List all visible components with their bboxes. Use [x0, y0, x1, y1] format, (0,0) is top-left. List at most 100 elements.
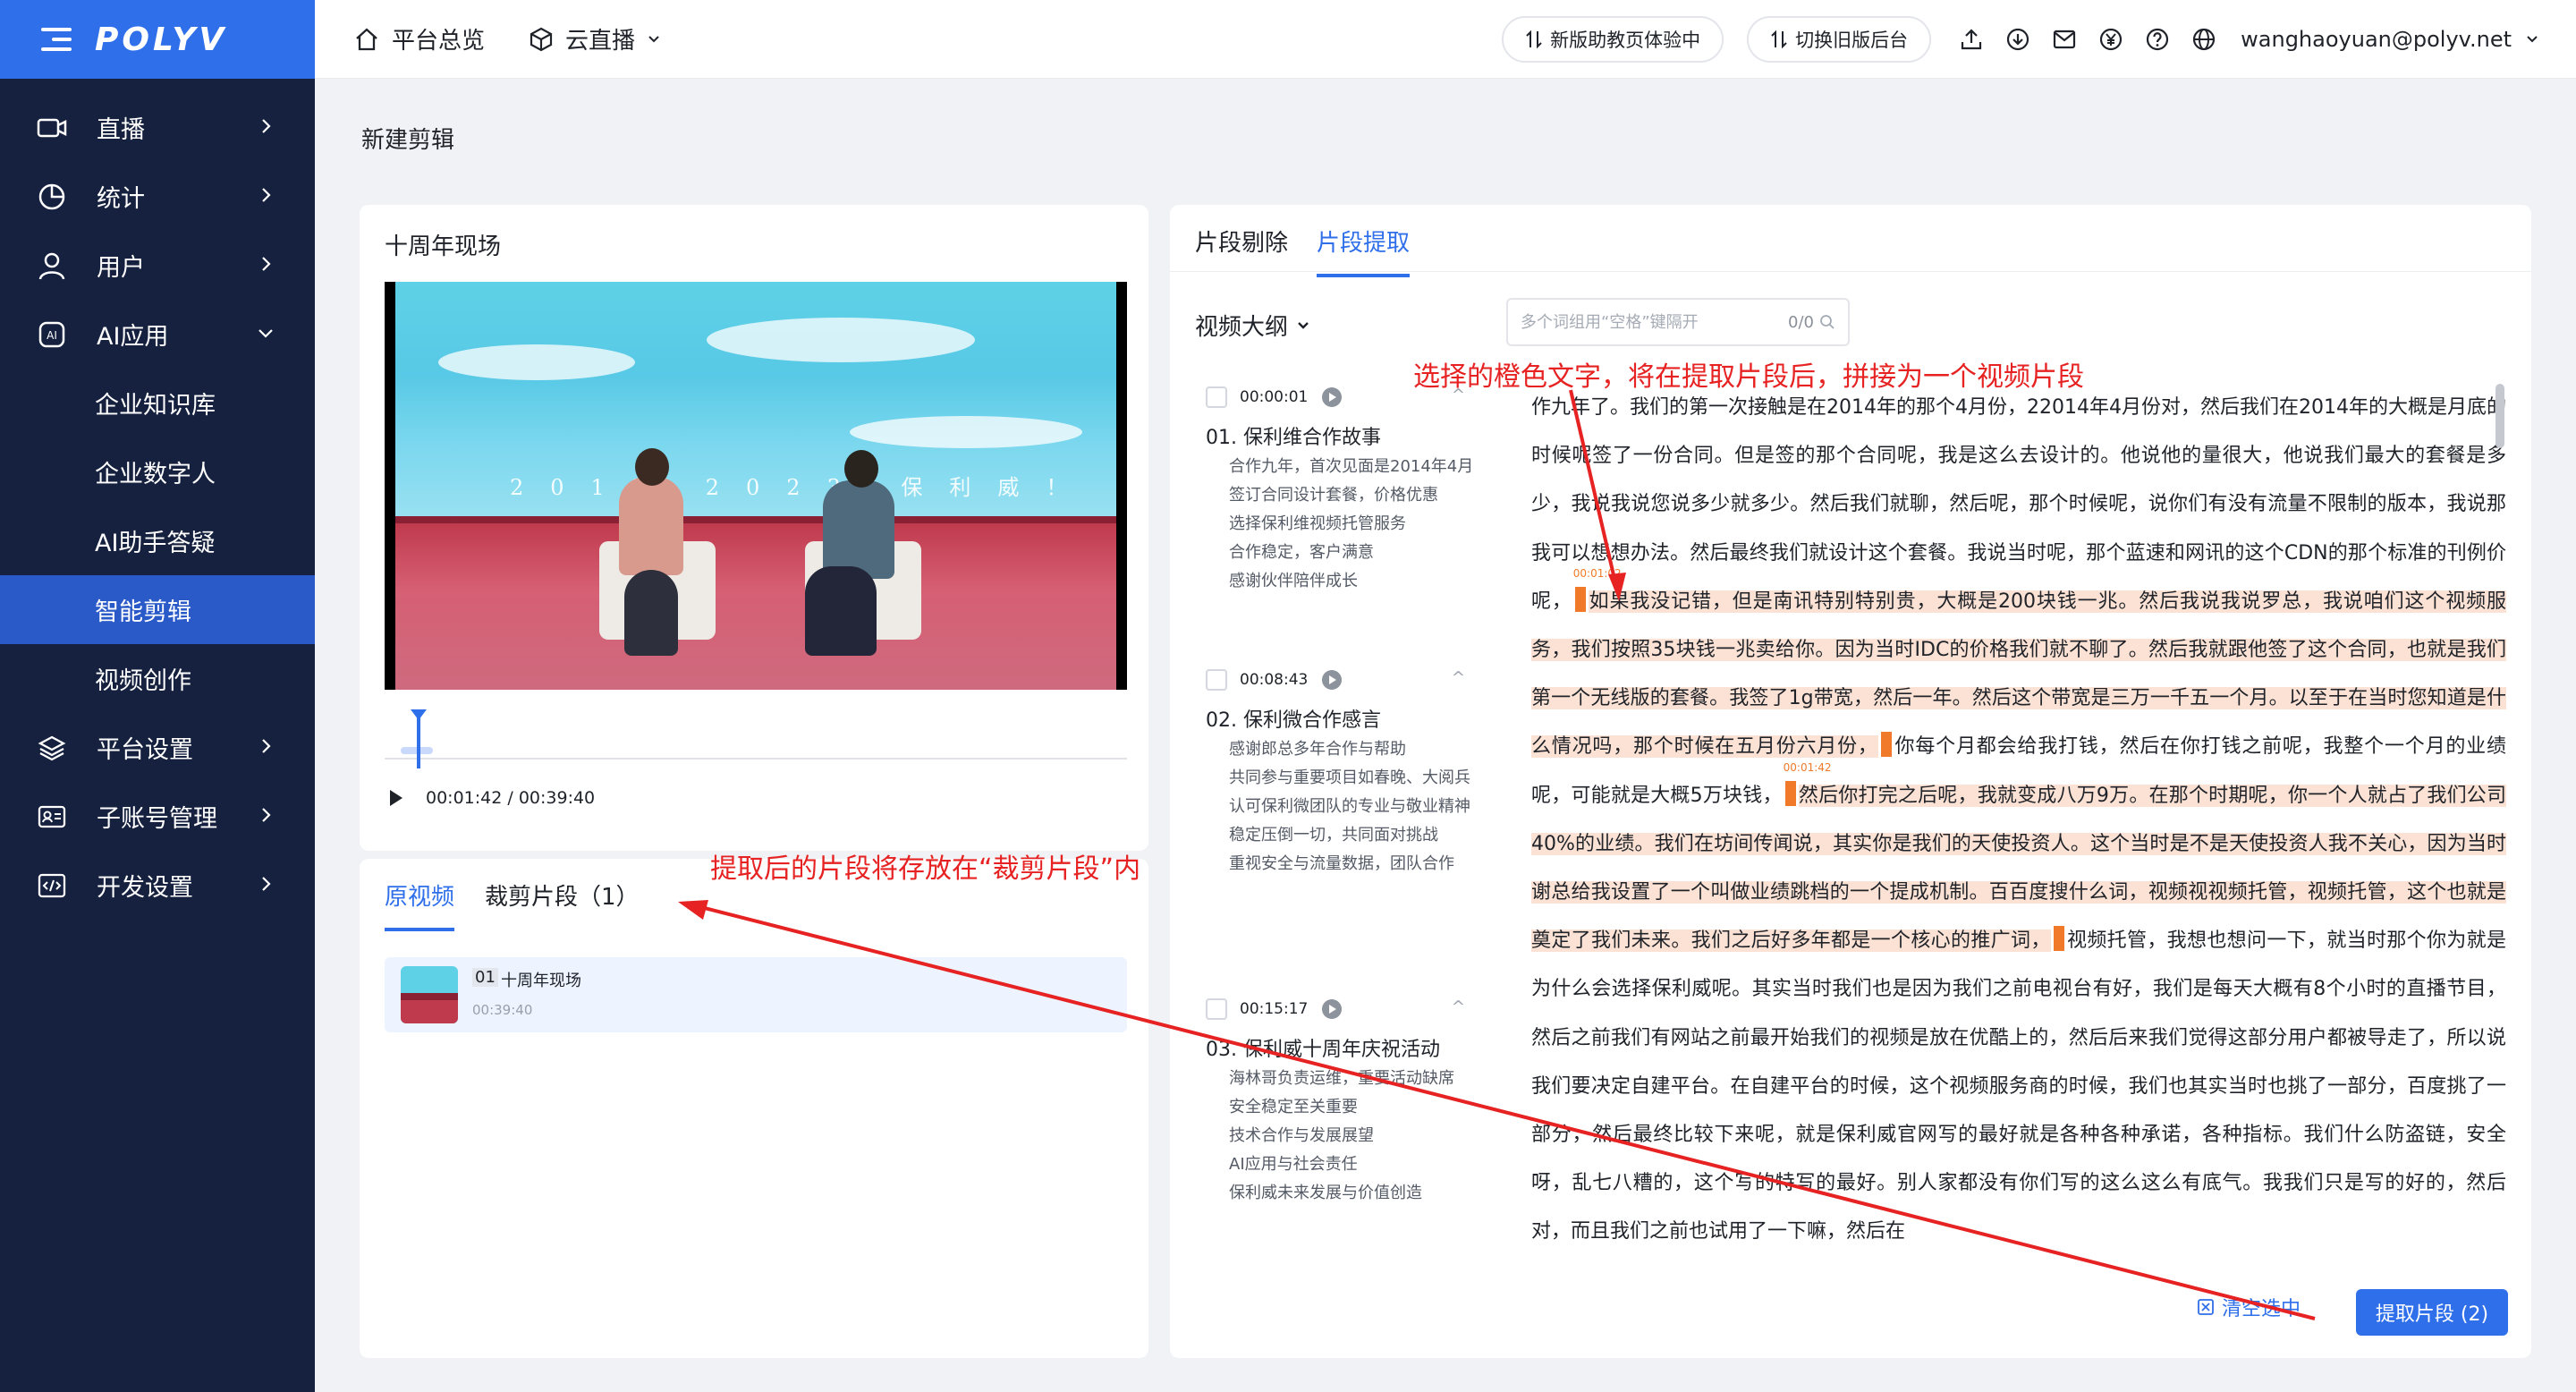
outline-chapter: 00:08:43 ^ 02. 保利微合作感言 感谢郎总多年合作与帮助 共同参与重…	[1206, 666, 1474, 881]
sidebar-item-users[interactable]: 用户	[0, 231, 315, 300]
chapter-header: 00:08:43 ^	[1206, 666, 1474, 693]
outline-dropdown[interactable]: 视频大纲	[1195, 309, 1311, 342]
collapse-icon[interactable]: ^	[1452, 668, 1465, 687]
transcript-segment-selected[interactable]: 然后你打完之后呢，我就变成八万9万。在那个时期呢，你一个人就占了我们公司40%的…	[1531, 784, 2506, 953]
extract-segments-button[interactable]: 提取片段 (2)	[2356, 1289, 2508, 1336]
chapter-point: 保利威未来发展与价值创造	[1229, 1184, 1422, 1202]
sidebar-item-label: 智能剪辑	[95, 598, 191, 626]
tab-segment-extract[interactable]: 片段提取	[1317, 225, 1411, 277]
chapter-title: 02. 保利微合作感言	[1206, 709, 1381, 732]
marker-time: 00:01:02	[1572, 566, 1622, 580]
user-icon	[34, 248, 70, 284]
cube-icon	[530, 27, 553, 51]
sidebar-item-ai-assistant[interactable]: AI助手答疑	[0, 506, 315, 575]
segment-marker[interactable]: 00:01:42	[1784, 761, 1832, 806]
clip-name: 十周年现场	[501, 972, 581, 990]
chapter-header: 00:15:17 ^	[1206, 996, 1474, 1023]
chapter-point: 技术合作与发展展望	[1229, 1126, 1374, 1145]
user-account[interactable]: wanghaoyuan@polyv.net	[2241, 27, 2512, 52]
segment-marker[interactable]	[2053, 926, 2064, 952]
sidebar-item-stats[interactable]: 统计	[0, 162, 315, 231]
transcript-segment[interactable]: 视频托管，我想也想问一下，就当时那个你为就是为什么会选择保利威呢。其实当时我们也…	[1531, 929, 2506, 1243]
switch-old-version-button[interactable]: 切换旧版后台	[1747, 15, 1932, 63]
sidebar-item-smart-edit[interactable]: 智能剪辑	[0, 575, 315, 644]
clip-list-item[interactable]: 01 十周年现场 00:39:40	[385, 957, 1127, 1032]
sidebar-item-label: 平台设置	[97, 736, 193, 764]
sidebar-item-dev-settings[interactable]: 开发设置	[0, 851, 315, 920]
chapter-checkbox[interactable]	[1206, 669, 1227, 691]
video-scene-person	[635, 448, 669, 486]
tab-segment-remove[interactable]: 片段剔除	[1195, 225, 1288, 277]
clips-card: 原视频 裁剪片段（1） 01 十周年现场 00:39:40	[360, 859, 1148, 1358]
chapter-point: 合作九年，首次见面是2014年4月	[1229, 457, 1474, 476]
video-timeline[interactable]	[385, 702, 1127, 783]
chapter-point: 选择保利维视频托管服务	[1229, 514, 1406, 533]
video-scene-cloud	[707, 318, 975, 362]
outline-chapter: 00:00:01 ^ 01. 保利维合作故事 合作九年，首次见面是2014年4月…	[1206, 384, 1474, 598]
sidebar-item-label: 视频创作	[95, 667, 191, 695]
segment-marker[interactable]: 00:01:02	[1573, 567, 1622, 612]
nav-cloud-live[interactable]: 云直播	[530, 22, 662, 55]
chevron-right-icon	[262, 119, 271, 133]
video-banner-text: 2013 2023 保利威！	[510, 475, 1095, 500]
sidebar-item-live[interactable]: 直播	[0, 93, 315, 162]
nav-platform-overview[interactable]: 平台总览	[354, 22, 485, 55]
play-icon[interactable]	[390, 790, 402, 806]
chevron-right-icon	[262, 257, 271, 271]
chevron-down-icon	[1298, 321, 1309, 329]
transcript-text[interactable]: 作九年了。我们的第一次接触是在2014年的那个4月份，22014年4月份对，然后…	[1531, 384, 2506, 1278]
chevron-down-icon[interactable]	[2524, 31, 2540, 47]
transcript-segment[interactable]: 作九年了。我们的第一次接触是在2014年的那个4月份，22014年4月份对，然后…	[1531, 396, 2506, 613]
sidebar-menu: 直播 统计 用户 AI AI应用 企业知识库 企业数字人 AI助手答疑 智能剪辑…	[0, 79, 315, 920]
chapter-title: 01. 保利维合作故事	[1206, 427, 1381, 449]
upload-icon[interactable]	[1958, 26, 1985, 53]
play-circle-icon[interactable]	[1322, 999, 1343, 1019]
sidebar-item-label: 直播	[97, 116, 145, 144]
new-assistant-button[interactable]: 新版助教页体验中	[1502, 15, 1724, 63]
page-title: 新建剪辑	[361, 127, 455, 154]
chevron-down-icon	[648, 35, 659, 42]
sidebar-item-video-creation[interactable]: 视频创作	[0, 644, 315, 713]
chapter-checkbox[interactable]	[1206, 998, 1227, 1020]
sidebar-item-knowledge-base[interactable]: 企业知识库	[0, 369, 315, 437]
chapter-point: 共同参与重要项目如春晚、大阅兵	[1229, 768, 1470, 787]
sidebar-item-ai-apps[interactable]: AI AI应用	[0, 300, 315, 369]
sidebar-item-platform-settings[interactable]: 平台设置	[0, 713, 315, 782]
keyword-search: 0/0	[1506, 298, 1850, 346]
search-input[interactable]	[1521, 312, 1789, 332]
help-icon[interactable]	[2144, 26, 2171, 53]
clear-selection-label: 清空选中	[2222, 1298, 2301, 1320]
sidebar-item-digital-human[interactable]: 企业数字人	[0, 437, 315, 506]
new-assistant-label: 新版助教页体验中	[1550, 29, 1701, 51]
chevron-right-icon	[262, 188, 271, 202]
globe-icon[interactable]	[2190, 26, 2217, 53]
tab-cut-clips[interactable]: 裁剪片段（1）	[485, 878, 640, 931]
timeline-track	[385, 758, 1127, 760]
chapter-point: 签订合同设计套餐，价格优惠	[1229, 486, 1438, 505]
video-player[interactable]: 2013 2023 保利威！	[385, 282, 1127, 690]
segment-marker[interactable]	[1880, 732, 1892, 758]
logo-bar: POLYV	[0, 0, 315, 79]
play-circle-icon[interactable]	[1322, 670, 1343, 690]
transcript-segment-selected[interactable]: 如果我没记错，但是南讯特别特别贵，大概是200块钱一兆。然后我说我说罗总，我说咱…	[1531, 590, 2506, 759]
download-icon[interactable]	[2004, 26, 2031, 53]
video-scene-person	[823, 480, 894, 579]
chapter-point: 合作稳定，客户满意	[1229, 543, 1374, 562]
menu-toggle-icon[interactable]	[41, 28, 72, 51]
chapter-time: 00:15:17	[1240, 1000, 1309, 1018]
sidebar-item-sub-accounts[interactable]: 子账号管理	[0, 782, 315, 851]
collapse-icon[interactable]: ^	[1452, 997, 1465, 1016]
clear-icon	[2198, 1299, 2214, 1315]
play-circle-icon[interactable]	[1322, 387, 1343, 407]
sidebar-item-label: 企业数字人	[95, 461, 216, 488]
playhead-handle[interactable]	[410, 709, 427, 768]
transcript-scrollbar[interactable]	[2496, 384, 2504, 448]
tab-original-video[interactable]: 原视频	[385, 878, 455, 931]
clear-selection-button[interactable]: 清空选中	[2197, 1293, 2301, 1321]
mail-icon[interactable]	[2051, 26, 2078, 53]
chapter-point: 稳定压倒一切，共同面对挑战	[1229, 826, 1438, 845]
sidebar-item-label: 统计	[97, 185, 145, 213]
yuan-icon[interactable]	[2097, 26, 2124, 53]
search-icon[interactable]	[1819, 314, 1835, 330]
chapter-checkbox[interactable]	[1206, 386, 1227, 408]
